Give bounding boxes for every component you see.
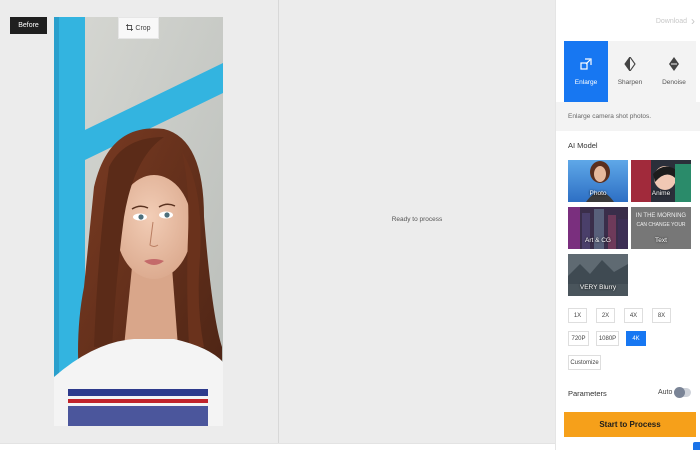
scale-option-1x[interactable]: 1X — [568, 308, 587, 323]
customize-button[interactable]: Customize — [568, 355, 601, 370]
result-pane: Ready to process — [279, 0, 555, 443]
model-very-blurry[interactable]: VERY Blurry — [568, 254, 628, 296]
model-anime[interactable]: Anime — [631, 160, 691, 202]
crop-icon — [126, 23, 134, 33]
model-art-cg[interactable]: Art & CG — [568, 207, 628, 249]
source-photo — [54, 17, 223, 426]
bottom-strip — [0, 443, 555, 450]
before-pane: Before Crop — [0, 0, 278, 443]
enlarge-icon — [579, 57, 593, 71]
help-badge[interactable] — [693, 442, 700, 450]
scale-option-8x[interactable]: 8X — [652, 308, 671, 323]
tab-label: Denoise — [662, 79, 686, 86]
model-text[interactable]: IN THE MORNING CAN CHANGE YOUR Text — [631, 207, 691, 249]
model-photo[interactable]: Photo — [568, 160, 628, 202]
start-process-button[interactable]: Start to Process — [564, 412, 696, 437]
scale-option-4k[interactable]: 4K — [626, 331, 646, 346]
parameters-label: Parameters — [568, 389, 607, 398]
model-label: Art & CG — [584, 237, 611, 244]
text-sample-line-2: CAN CHANGE YOUR — [636, 222, 685, 228]
download-label: Download — [655, 17, 687, 25]
tab-denoise[interactable]: Denoise — [652, 41, 696, 102]
crop-label: Crop — [135, 24, 151, 32]
tab-label: Sharpen — [617, 79, 643, 86]
scale-option-720p[interactable]: 720P — [568, 331, 589, 346]
toggle-knob — [674, 387, 685, 398]
tab-enlarge[interactable]: Enlarge — [564, 41, 608, 102]
model-label: Text — [655, 237, 667, 244]
status-text: Ready to process — [391, 216, 443, 223]
scale-option-1080p[interactable]: 1080P — [596, 331, 619, 346]
ai-model-title: AI Model — [568, 141, 598, 150]
tab-label: Enlarge — [574, 79, 598, 86]
portrait-image — [54, 17, 223, 426]
auto-label: Auto — [658, 389, 673, 396]
mode-description-box: Enlarge camera shot photos. — [556, 102, 700, 131]
scale-option-4x[interactable]: 4X — [624, 308, 643, 323]
auto-toggle[interactable] — [674, 387, 691, 398]
mode-description: Enlarge camera shot photos. — [568, 113, 652, 120]
denoise-icon — [667, 57, 681, 71]
sharpen-icon — [623, 57, 637, 71]
tab-sharpen[interactable]: Sharpen — [608, 41, 652, 102]
text-sample-line-1: IN THE MORNING — [636, 213, 687, 219]
mode-tabs: Enlarge Sharpen Denoise — [564, 41, 696, 102]
before-label: Before — [10, 17, 47, 34]
model-label: Anime — [651, 190, 671, 197]
crop-button[interactable]: Crop — [118, 17, 159, 39]
settings-panel: Download › Enlarge Sharpen Denoise Enlar… — [555, 0, 700, 450]
model-label: VERY Blurry — [579, 284, 617, 291]
model-label: Photo — [589, 190, 607, 197]
scale-option-2x[interactable]: 2X — [596, 308, 615, 323]
download-button[interactable]: Download › — [556, 12, 700, 30]
chevron-right-icon: › — [691, 14, 695, 28]
